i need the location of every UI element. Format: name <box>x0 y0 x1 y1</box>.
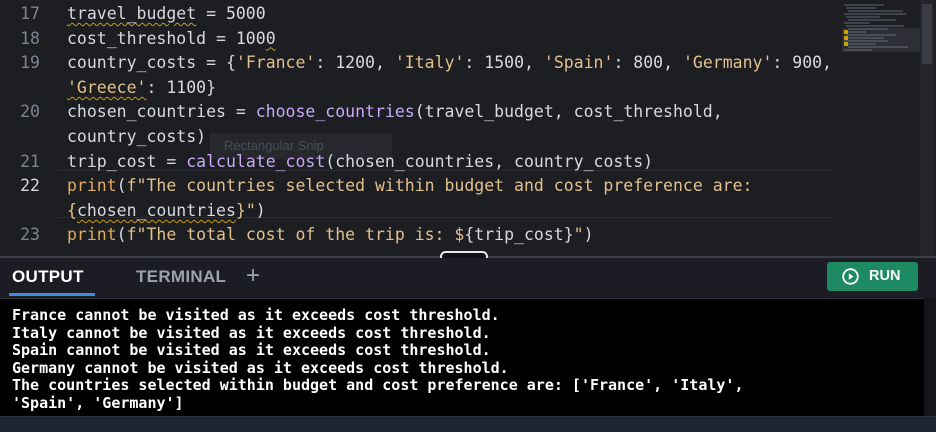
minimap-line <box>848 19 896 21</box>
code-token: calculate_cost <box>186 151 326 171</box>
code-token: = 5000 <box>196 4 266 23</box>
line-number: 21 <box>20 151 40 171</box>
code-token: 'Greece' <box>67 77 147 97</box>
minimap-line <box>844 22 870 24</box>
code-token: chosen_countries <box>76 200 236 220</box>
code-token: country_costs = { <box>67 53 236 73</box>
code-token: f"The countries selected within budget a… <box>126 176 753 196</box>
code-token: ) <box>255 200 266 220</box>
code-token: (chosen_countries, country_costs) <box>325 151 654 171</box>
code-text: {chosen_countries}") <box>67 199 266 223</box>
code-text: 'Greece': 1100} <box>67 76 216 100</box>
code-token: ) <box>583 225 594 245</box>
output-scrollbar[interactable] <box>924 298 936 416</box>
code-token: 'Italy' <box>394 53 465 73</box>
code-text: chosen_countries = choose_countries(trav… <box>67 100 723 124</box>
code-token: " <box>573 225 584 245</box>
output-line: The countries selected within budget and… <box>12 376 744 395</box>
code-token: : 800, <box>613 53 683 73</box>
output-line: Spain cannot be visited as it exceeds co… <box>12 341 491 360</box>
output-console: France cannot be visited as it exceeds c… <box>0 298 936 416</box>
minimap-line <box>844 4 884 6</box>
active-tab-indicator <box>9 293 95 296</box>
code-text: print(f"The countries selected within bu… <box>67 174 752 198</box>
line-number: 17 <box>20 4 40 23</box>
code-token: : 1100} <box>146 77 217 97</box>
code-token: country_costs) <box>67 127 207 146</box>
code-token: print <box>67 225 117 245</box>
code-token: ( <box>116 225 127 245</box>
code-text: country_costs = {'France': 1200, 'Italy'… <box>67 51 832 75</box>
code-token: : 900, <box>772 53 832 73</box>
code-text: travel_budget = 5000 <box>67 2 266 26</box>
code-token: choose_countries <box>255 102 415 122</box>
line-number: 22 <box>20 176 40 196</box>
code-text: trip_cost = calculate_cost(chosen_countr… <box>67 150 653 174</box>
minimap-line <box>846 7 876 9</box>
minimap-line <box>848 10 903 12</box>
output-line: France cannot be visited as it exceeds c… <box>12 306 500 324</box>
code-token: print <box>67 176 117 196</box>
run-button[interactable]: RUN <box>827 262 918 291</box>
output-line: Germany cannot be visited as it exceeds … <box>12 358 509 377</box>
code-token: 'Germany' <box>682 53 773 73</box>
code-token: ( <box>116 176 127 196</box>
tab-terminal[interactable]: TERMINAL <box>136 258 226 296</box>
code-editor[interactable]: Rectangular Snip 17 travel_budget = 5000 1… <box>0 0 936 256</box>
minimap-line <box>846 16 880 18</box>
output-line: 'Spain', 'Germany'] <box>12 394 184 412</box>
warning-marker <box>844 36 848 40</box>
code-token: 'Spain' <box>543 53 614 73</box>
code-token: travel_budget <box>67 4 197 23</box>
tab-output[interactable]: OUTPUT <box>12 258 84 296</box>
code-token: chosen_countries = <box>67 102 256 122</box>
code-token: { <box>67 200 77 220</box>
code-text: country_costs) <box>67 125 206 149</box>
minimap-viewport[interactable] <box>842 28 930 52</box>
code-token: 'France' <box>235 53 316 73</box>
code-token: (travel_budget, cost_threshold, <box>414 102 723 122</box>
code-token: }" <box>235 200 256 220</box>
add-terminal-button[interactable]: + <box>246 258 260 296</box>
code-text: print(f"The total cost of the trip is: $… <box>67 223 594 247</box>
editor-scroll-thumb[interactable] <box>922 4 932 64</box>
code-token: trip_cost = <box>67 151 187 171</box>
line-number: 20 <box>20 102 40 122</box>
code-token: cost_threshold = 100 <box>67 28 266 48</box>
line-number: 19 <box>20 53 40 73</box>
code-token: : 1500, <box>464 53 544 73</box>
play-circle-icon <box>842 268 859 285</box>
minimap-line <box>846 25 904 27</box>
code-token: : 1200, <box>315 53 395 73</box>
status-bar <box>0 416 936 432</box>
run-button-label: RUN <box>869 268 901 284</box>
line-number: 18 <box>20 28 40 48</box>
line-number: 23 <box>20 225 40 245</box>
code-token: 0 <box>265 28 276 48</box>
warning-marker <box>844 30 848 34</box>
code-text: cost_threshold = 1000 <box>67 27 276 51</box>
code-token: {trip_cost} <box>464 225 574 245</box>
warning-marker <box>844 42 848 46</box>
output-line: Italy cannot be visited as it exceeds co… <box>12 323 491 342</box>
code-token: f"The total cost of the trip is: $ <box>126 225 465 245</box>
minimap-line <box>844 13 906 15</box>
